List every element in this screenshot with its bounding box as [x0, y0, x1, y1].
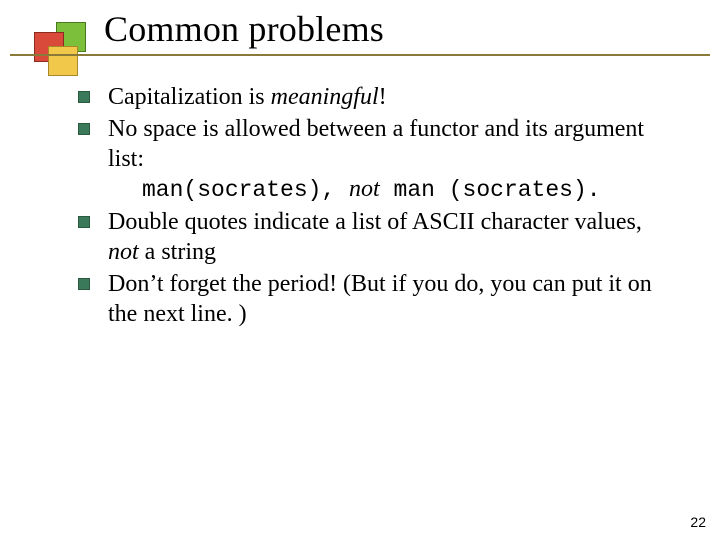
text-plain: Capitalization is	[108, 84, 271, 110]
page-number: 22	[690, 514, 706, 530]
logo-square-yellow	[48, 46, 78, 76]
text-emphasis: meaningful	[271, 84, 379, 110]
bullet-icon	[78, 278, 90, 290]
text-post: a string	[139, 239, 216, 265]
not-label: not	[349, 176, 380, 202]
bullet-list: Capitalization is meaningful! No space i…	[78, 82, 678, 331]
text-body: Don’t forget the period! (But if you do,…	[108, 271, 652, 327]
code-bad: man (socrates).	[380, 177, 601, 203]
list-item: Double quotes indicate a list of ASCII c…	[78, 207, 678, 267]
list-item: No space is allowed between a functor an…	[78, 114, 678, 205]
list-item: Don’t forget the period! (But if you do,…	[78, 269, 678, 329]
text-line1: No space is allowed between a functor an…	[108, 116, 644, 172]
list-item: Capitalization is meaningful!	[78, 82, 678, 112]
bullet-icon	[78, 91, 90, 103]
code-sep: ,	[321, 177, 349, 203]
text-emphasis: not	[108, 239, 139, 265]
slide: Common problems Capitalization is meanin…	[0, 0, 720, 540]
bullet-icon	[78, 123, 90, 135]
code-good: man(socrates)	[142, 177, 321, 203]
list-item-text: Don’t forget the period! (But if you do,…	[108, 269, 678, 329]
list-item-text: Double quotes indicate a list of ASCII c…	[108, 207, 678, 267]
list-item-text: Capitalization is meaningful!	[108, 82, 678, 112]
bullet-icon	[78, 216, 90, 228]
slide-title: Common problems	[104, 8, 384, 50]
title-underline	[10, 54, 710, 56]
text-tail: !	[379, 84, 387, 110]
slide-logo-icon	[34, 22, 88, 76]
list-item-text: No space is allowed between a functor an…	[108, 114, 678, 205]
text-pre: Double quotes indicate a list of ASCII c…	[108, 209, 642, 235]
